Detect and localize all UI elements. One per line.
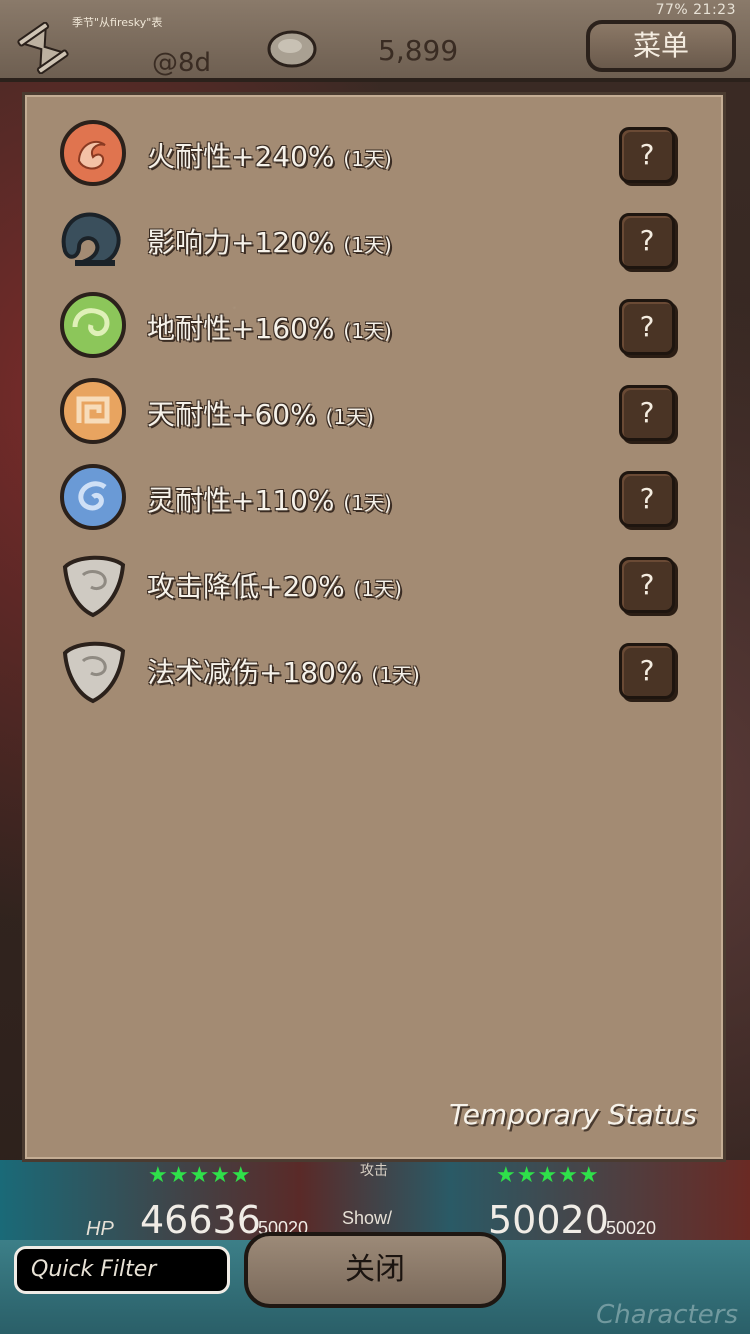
stone-shield-icon: [62, 641, 126, 704]
rarity-stars-right: ★★★★★: [496, 1162, 600, 1187]
battery-level: 77%: [655, 2, 689, 18]
status-row-spirit: 灵耐性+110% (1天) ?: [25, 453, 723, 539]
status-label: 灵耐性+110% (1天): [147, 484, 392, 517]
status-label: 影响力+120% (1天): [147, 226, 392, 259]
top-bar: 77% 21:23 季节"从firesky"表 @8d 5,899 菜单: [0, 0, 750, 82]
hp-max-right: 50020: [606, 1218, 657, 1238]
status-row-earth: 地耐性+160% (1天) ?: [25, 281, 723, 367]
status-row-attack-down: 攻击降低+20% (1天) ?: [25, 539, 723, 625]
menu-button[interactable]: 菜单: [586, 20, 736, 72]
status-label: 火耐性+240% (1天): [147, 140, 392, 173]
coin-count: 5,899: [378, 34, 459, 67]
status-row-fire: 火耐性+240% (1天) ?: [25, 109, 723, 195]
status-label: 攻击降低+20% (1天): [147, 570, 402, 603]
status-row-sky: 天耐性+60% (1天) ?: [25, 367, 723, 453]
characters-tab[interactable]: Characters: [596, 1300, 738, 1330]
rarity-stars-left: ★★★★★: [148, 1162, 252, 1187]
attack-label: 攻击: [360, 1162, 388, 1178]
fire-orb-icon: [60, 120, 126, 186]
help-button[interactable]: ?: [619, 385, 675, 441]
show-toggle[interactable]: Show/: [342, 1208, 392, 1229]
help-button[interactable]: ?: [619, 643, 675, 699]
stone-coin-icon: [267, 30, 317, 68]
status-label: 法术减伤+180% (1天): [147, 656, 420, 689]
hp-value-left: 46636: [140, 1198, 261, 1242]
shadow-swirl-icon: [61, 212, 121, 266]
status-label: 地耐性+160% (1天): [147, 312, 392, 345]
earth-orb-icon: [60, 292, 126, 358]
help-button[interactable]: ?: [619, 471, 675, 527]
hp-value-right: 50020: [488, 1198, 609, 1242]
status-row-spell-reduction: 法术减伤+180% (1天) ?: [25, 625, 723, 711]
status-label: 天耐性+60% (1天): [147, 398, 374, 431]
help-button[interactable]: ?: [619, 557, 675, 613]
temporary-status-panel: 火耐性+240% (1天) ? 影响力+120% (1天) ? 地耐性+160%…: [22, 92, 726, 1162]
help-button[interactable]: ?: [619, 299, 675, 355]
sky-orb-icon: [60, 378, 126, 444]
system-status: 77% 21:23: [656, 2, 736, 18]
stone-shield-icon: [62, 555, 126, 618]
clock: 21:23: [693, 2, 736, 18]
panel-title: Temporary Status: [449, 1098, 697, 1131]
season-timer: @8d: [152, 48, 212, 78]
help-button[interactable]: ?: [619, 127, 675, 183]
quick-filter-input[interactable]: Quick Filter: [14, 1246, 230, 1294]
season-label: 季节"从firesky"表: [72, 16, 163, 29]
help-button[interactable]: ?: [619, 213, 675, 269]
status-row-influence: 影响力+120% (1天) ?: [25, 195, 723, 281]
hp-label: HP: [86, 1218, 114, 1240]
spirit-orb-icon: [60, 464, 126, 530]
hourglass-icon[interactable]: [12, 22, 74, 74]
close-button[interactable]: 关闭: [244, 1232, 506, 1308]
